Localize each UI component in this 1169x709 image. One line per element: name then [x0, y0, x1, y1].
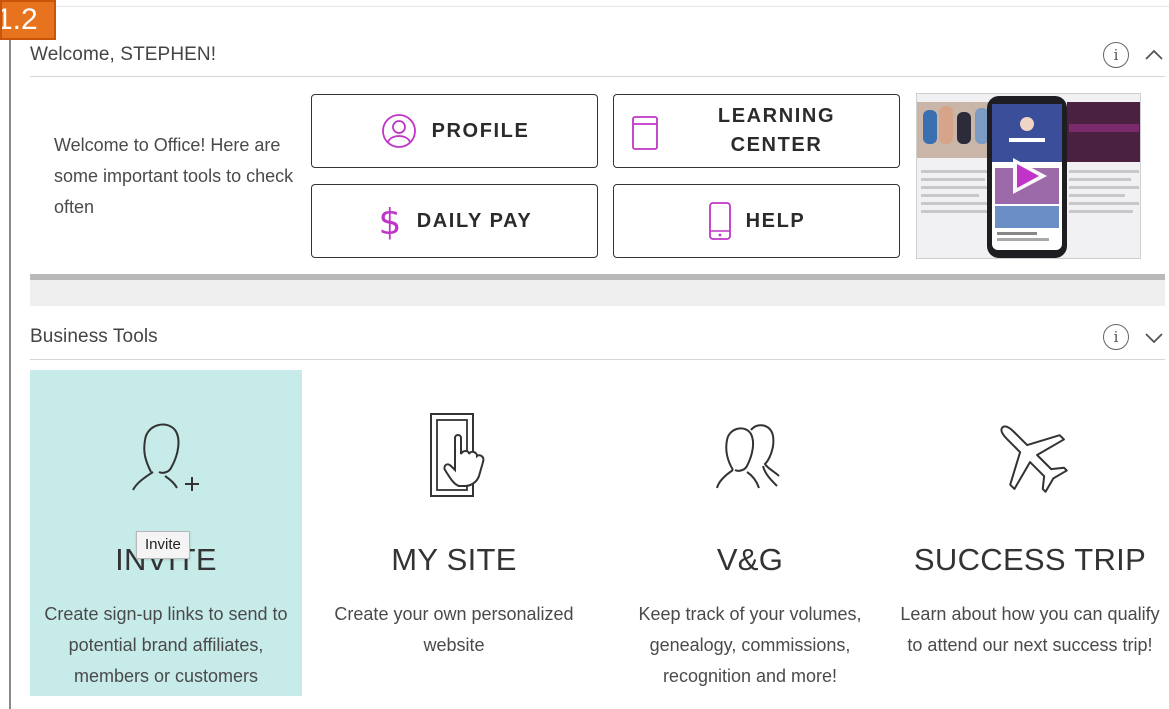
left-border	[9, 0, 11, 709]
section-spacer	[30, 280, 1165, 306]
profile-button[interactable]: PROFILE	[311, 94, 598, 168]
help-button-label: HELP	[745, 209, 806, 232]
success-trip-title: SUCCESS TRIP	[913, 542, 1147, 577]
dollar-icon: $	[377, 201, 403, 241]
step-badge: 1.2	[0, 0, 56, 40]
success-trip-description: Learn about how you can qualify to atten…	[900, 604, 1160, 655]
phone-icon	[708, 201, 732, 241]
learning-center-line2: CENTER	[730, 134, 823, 156]
svg-text:$: $	[378, 202, 401, 241]
my-site-tile[interactable]: MY SITE Create your own personalized web…	[318, 370, 590, 696]
welcome-info-icon[interactable]: i	[1103, 42, 1129, 68]
learning-center-button[interactable]: LEARNING CENTER	[613, 94, 900, 168]
welcome-title: Welcome, STEPHEN!	[30, 43, 217, 65]
help-button[interactable]: HELP	[613, 184, 900, 258]
welcome-intro-text: Welcome to Office! Here are some importa…	[54, 135, 294, 217]
daily-pay-button-label: DAILY PAY	[416, 209, 533, 232]
my-site-title: MY SITE	[391, 542, 517, 577]
people-icon	[716, 424, 780, 489]
book-icon	[630, 115, 660, 151]
vg-description: Keep track of your volumes, genealogy, c…	[638, 604, 862, 686]
person-add-icon	[132, 423, 199, 491]
business-tools-info-icon[interactable]: i	[1103, 324, 1129, 350]
learning-center-line1: LEARNING	[717, 105, 836, 127]
vg-tile[interactable]: V&G Keep track of your volumes, genealog…	[614, 370, 886, 696]
business-tools-title: Business Tools	[30, 325, 158, 347]
daily-pay-button[interactable]: $ DAILY PAY	[311, 184, 598, 258]
business-tools-header: Business Tools i	[30, 314, 1165, 360]
invite-description: Create sign-up links to send to potentia…	[44, 604, 288, 686]
chevron-up-icon[interactable]	[1143, 44, 1165, 66]
invite-tooltip: Invite	[136, 531, 190, 559]
vg-title: V&G	[716, 542, 784, 577]
profile-button-label: PROFILE	[431, 119, 530, 142]
welcome-video-thumbnail[interactable]	[916, 93, 1141, 259]
welcome-section-header: Welcome, STEPHEN! i	[30, 33, 1165, 77]
profile-icon	[380, 112, 418, 150]
chevron-down-icon[interactable]	[1143, 326, 1165, 348]
learning-center-button-label: LEARNING CENTER	[718, 102, 835, 160]
tablet-touch-icon	[430, 413, 485, 497]
top-border	[11, 6, 1169, 7]
success-trip-tile[interactable]: SUCCESS TRIP Learn about how you can qua…	[894, 370, 1166, 696]
airplane-icon	[1000, 425, 1068, 493]
my-site-description: Create your own personalized website	[334, 604, 574, 655]
